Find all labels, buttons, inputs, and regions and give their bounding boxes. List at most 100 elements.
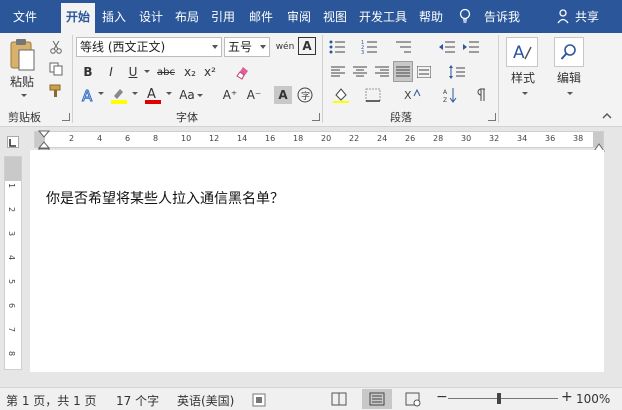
- strikethrough-button[interactable]: abc: [154, 62, 178, 82]
- tab-help[interactable]: 帮助: [414, 3, 448, 33]
- numbering-icon[interactable]: 123: [358, 37, 380, 57]
- clipboard-launcher-icon[interactable]: [62, 113, 70, 121]
- text-effects-icon[interactable]: A: [78, 84, 98, 106]
- enclose-characters-icon[interactable]: 字: [296, 86, 314, 104]
- distributed-icon[interactable]: [414, 62, 434, 82]
- character-border-label: A: [302, 39, 312, 53]
- font-size-combo[interactable]: 五号: [224, 37, 270, 57]
- justify-icon[interactable]: [393, 61, 413, 82]
- web-layout-icon[interactable]: [405, 392, 421, 407]
- vertical-ruler[interactable]: 1 2 3 4 5 6 7 8: [4, 156, 22, 370]
- text-effects-dropdown[interactable]: [96, 89, 104, 97]
- lightbulb-icon[interactable]: [458, 8, 472, 24]
- read-mode-icon[interactable]: [331, 392, 347, 407]
- superscript-button[interactable]: x²: [200, 62, 220, 82]
- document-text[interactable]: 你是否希望将某些人拉入通信黑名单？: [46, 188, 284, 208]
- character-border-button[interactable]: A: [298, 37, 316, 55]
- tab-view[interactable]: 视图: [318, 3, 352, 33]
- zoom-out-button[interactable]: −: [436, 389, 448, 405]
- phonetic-guide-button[interactable]: wén: [274, 36, 296, 58]
- page-count-status[interactable]: 第 1 页，共 1 页: [6, 392, 97, 409]
- horizontal-ruler[interactable]: 2 4 6 8 10 12 14 16 18 20 22 24 26 28 30 32 34 36 38: [34, 131, 604, 148]
- tab-design[interactable]: 设计: [134, 3, 168, 33]
- increase-indent-icon[interactable]: [460, 37, 482, 57]
- tab-developer[interactable]: 开发工具: [355, 3, 411, 33]
- line-spacing-icon[interactable]: [446, 62, 468, 82]
- tab-mailings[interactable]: 邮件: [244, 3, 278, 33]
- grow-font-button[interactable]: A⁺: [220, 84, 240, 106]
- editing-button[interactable]: 编辑: [550, 69, 588, 85]
- clear-formatting-icon[interactable]: [232, 62, 252, 82]
- vertical-scrollbar[interactable]: [606, 150, 622, 387]
- ruler-tick-label: 6: [125, 134, 131, 143]
- language-status[interactable]: 英语(美国): [177, 392, 234, 409]
- change-case-button[interactable]: Aa: [176, 84, 206, 106]
- ruler-tick-label: 12: [209, 134, 220, 143]
- document-page[interactable]: [30, 150, 604, 372]
- collapse-ribbon-icon[interactable]: [600, 111, 614, 121]
- bold-button[interactable]: B: [78, 62, 98, 82]
- editing-dropdown[interactable]: [565, 89, 573, 97]
- align-center-icon[interactable]: [350, 62, 370, 82]
- tell-me-search[interactable]: 告诉我: [480, 3, 524, 33]
- svg-text:A: A: [82, 87, 93, 103]
- underline-button[interactable]: U: [123, 62, 143, 82]
- zoom-level[interactable]: 100%: [576, 392, 610, 406]
- zoom-in-button[interactable]: +: [561, 389, 573, 405]
- tab-home[interactable]: 开始: [61, 3, 95, 33]
- bullets-icon[interactable]: [326, 37, 348, 57]
- share-button[interactable]: 共享: [572, 3, 602, 33]
- paste-dropdown[interactable]: [18, 91, 28, 99]
- print-layout-button[interactable]: [362, 389, 392, 409]
- tab-stop-selector[interactable]: [7, 136, 19, 148]
- svg-text:字: 字: [301, 90, 310, 102]
- chinese-layout-icon[interactable]: X: [402, 85, 424, 105]
- styles-dropdown[interactable]: [520, 89, 528, 97]
- shrink-font-button[interactable]: A⁻: [244, 84, 264, 106]
- clipboard-icon: [10, 39, 35, 71]
- subscript-button[interactable]: x₂: [180, 62, 200, 82]
- shading-icon[interactable]: [330, 85, 352, 105]
- paste-label[interactable]: 粘贴: [6, 73, 38, 89]
- ruler-tick-label: 14: [237, 134, 248, 143]
- styles-gallery-icon[interactable]: A: [506, 37, 538, 67]
- ruler-tick-label: 2: [69, 134, 75, 143]
- zoom-slider-thumb[interactable]: [497, 393, 501, 404]
- font-launcher-icon[interactable]: [312, 113, 320, 121]
- font-color-dropdown[interactable]: [164, 89, 172, 97]
- word-count-status[interactable]: 17 个字: [116, 392, 159, 409]
- cut-icon[interactable]: [46, 37, 66, 57]
- show-marks-icon[interactable]: [470, 85, 490, 105]
- character-shading-button[interactable]: A: [274, 86, 292, 104]
- tab-layout[interactable]: 布局: [170, 3, 204, 33]
- tab-references[interactable]: 引用: [206, 3, 240, 33]
- decrease-indent-icon[interactable]: [436, 37, 458, 57]
- paragraph-launcher-icon[interactable]: [488, 113, 496, 121]
- tab-insert[interactable]: 插入: [97, 3, 131, 33]
- font-color-icon[interactable]: A: [142, 84, 164, 106]
- share-person-icon[interactable]: [556, 8, 570, 24]
- sort-icon[interactable]: AZ: [440, 85, 460, 105]
- paste-button[interactable]: [6, 37, 38, 73]
- italic-button[interactable]: I: [101, 62, 121, 82]
- copy-icon[interactable]: [46, 59, 66, 79]
- group-divider: [72, 35, 73, 123]
- zoom-slider-track[interactable]: [448, 398, 558, 399]
- font-name-combo[interactable]: 等线 (西文正文): [76, 37, 222, 57]
- tab-review[interactable]: 审阅: [282, 3, 316, 33]
- align-right-icon[interactable]: [372, 62, 392, 82]
- highlight-color-icon[interactable]: [108, 84, 130, 106]
- ruler-tick-label: 34: [517, 134, 528, 143]
- borders-icon[interactable]: [362, 85, 384, 105]
- multilevel-list-icon[interactable]: [392, 37, 414, 57]
- format-painter-icon[interactable]: [46, 81, 66, 101]
- tab-file[interactable]: 文件: [8, 3, 42, 33]
- search-icon[interactable]: [554, 37, 584, 67]
- ruler-tick-label: 18: [293, 134, 304, 143]
- styles-button[interactable]: 样式: [504, 69, 542, 85]
- align-left-icon[interactable]: [328, 62, 348, 82]
- highlight-dropdown[interactable]: [130, 89, 138, 97]
- macro-record-icon[interactable]: [252, 393, 266, 407]
- underline-dropdown[interactable]: [142, 67, 150, 75]
- paragraph-group-label: 段落: [390, 111, 412, 124]
